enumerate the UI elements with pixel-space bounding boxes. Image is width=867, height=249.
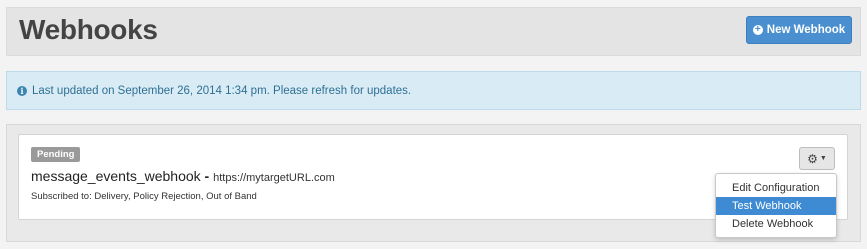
new-webhook-button[interactable]: + New Webhook (746, 16, 852, 44)
webhook-separator: - (200, 168, 214, 184)
webhook-subscriptions: Subscribed to: Delivery, Policy Rejectio… (31, 191, 257, 202)
webhook-actions-button[interactable]: ⚙ ▼ (799, 147, 835, 170)
info-alert: i Last updated on September 26, 2014 1:3… (6, 71, 861, 110)
menu-item-delete-webhook[interactable]: Delete Webhook (716, 215, 836, 233)
alert-text: Last updated on September 26, 2014 1:34 … (32, 84, 412, 97)
plus-circle-icon: + (752, 25, 763, 35)
webhook-url: https://mytargetURL.com (213, 172, 335, 184)
caret-down-icon: ▼ (819, 155, 827, 162)
menu-item-test-webhook[interactable]: Test Webhook (716, 197, 836, 215)
webhook-actions-menu: Edit Configuration Test Webhook Delete W… (715, 173, 837, 238)
gear-icon: ⚙ (807, 151, 818, 166)
menu-item-edit-configuration[interactable]: Edit Configuration (716, 179, 836, 197)
info-icon: i (17, 85, 27, 96)
page-header: Webhooks + New Webhook (6, 7, 861, 56)
webhook-name: message_events_webhook (31, 168, 201, 184)
page-title: Webhooks (19, 14, 158, 45)
new-webhook-label: New Webhook (766, 24, 846, 36)
webhook-title-line: message_events_webhook - https://mytarge… (31, 168, 335, 186)
status-badge: Pending (31, 147, 81, 162)
